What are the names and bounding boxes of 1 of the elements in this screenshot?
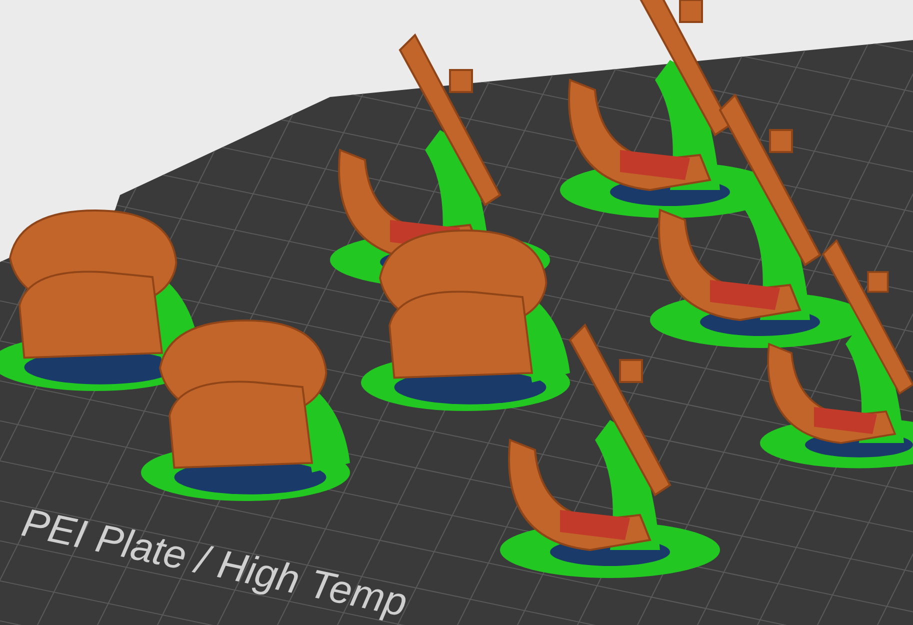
plate-label: PEI Plate / High Temp xyxy=(18,500,411,625)
